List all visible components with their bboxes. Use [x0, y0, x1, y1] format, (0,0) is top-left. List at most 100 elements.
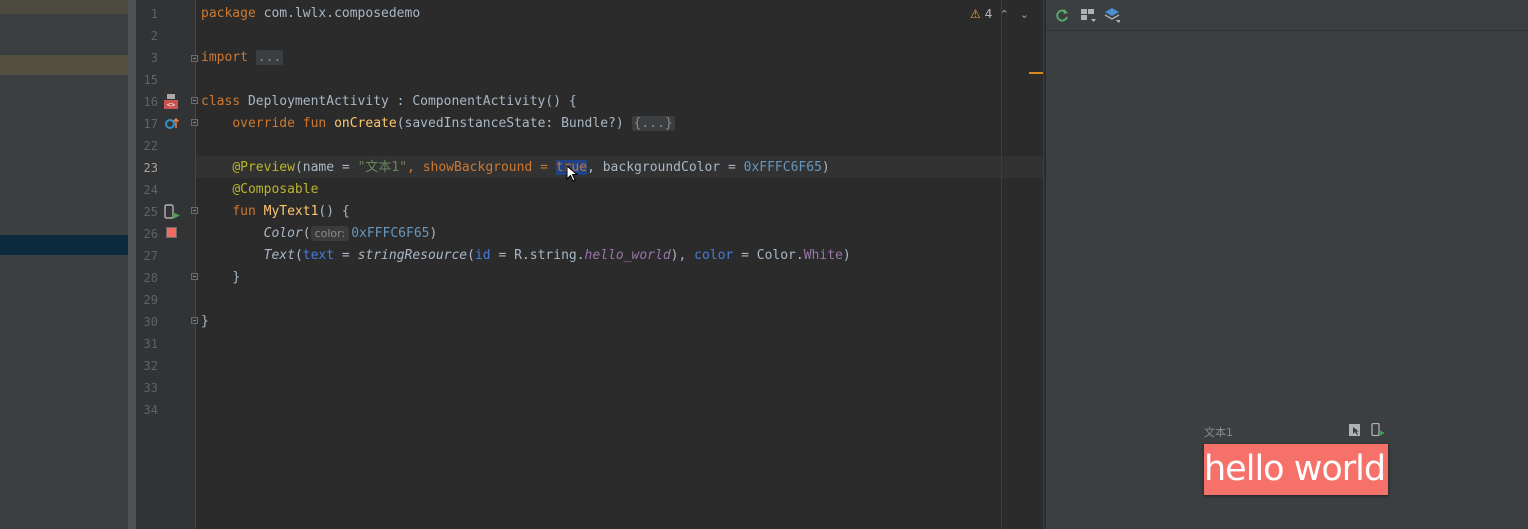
scrollbar-warning-marker[interactable] — [1029, 72, 1043, 74]
line-number: 26 — [143, 227, 158, 241]
string-literal: "文本1" — [357, 160, 408, 175]
annotation: @Composable — [232, 182, 319, 197]
fold-marker[interactable] — [191, 273, 198, 280]
line-number: 28 — [143, 271, 158, 285]
code-line-30[interactable]: } — [201, 311, 209, 333]
warning-count: 4 — [984, 7, 993, 21]
line-number: 15 — [143, 73, 158, 87]
project-tree-row-highlight[interactable] — [0, 0, 128, 14]
mouse-pointer-icon — [566, 165, 578, 182]
chevron-up-icon[interactable]: ⌃ — [996, 8, 1012, 21]
code-line-25[interactable]: fun MyText1() { — [201, 201, 350, 223]
fold-marker[interactable] — [191, 97, 198, 104]
preview-render[interactable]: hello world — [1204, 444, 1388, 495]
color-swatch-icon[interactable] — [166, 227, 178, 239]
project-tree-selected-row[interactable] — [0, 235, 128, 255]
layout-icon[interactable] — [1080, 7, 1096, 23]
code-text: (name = — [294, 160, 358, 175]
keyword: fun — [232, 204, 256, 219]
line-number: 30 — [143, 315, 158, 329]
call-name: stringResource — [357, 248, 468, 263]
code-line-23[interactable]: @Preview(name = "文本1", showBackground = … — [201, 157, 830, 179]
function-name: MyText1 — [263, 204, 319, 219]
code-text: , backgroundColor = — [587, 160, 744, 175]
override-method-icon[interactable] — [164, 116, 180, 132]
named-argument: text — [302, 248, 335, 263]
line-number: 3 — [150, 51, 158, 65]
code-text: ), — [670, 248, 695, 263]
params: (savedInstanceState: Bundle?) — [396, 116, 624, 131]
code-line-26[interactable]: Color(color: 0xFFFC6F65) — [201, 223, 437, 245]
call-name: Text — [263, 248, 295, 263]
inspection-widget[interactable]: ⚠ 4 ⌃ ⌄ — [970, 4, 1032, 24]
keyword: fun — [302, 116, 327, 131]
code-text: () { — [318, 204, 350, 219]
code-text: = Color. — [733, 248, 804, 263]
keyword: class — [201, 94, 241, 109]
fold-marker[interactable] — [191, 207, 198, 214]
line-number: 25 — [143, 205, 158, 219]
interactive-mode-icon[interactable] — [1348, 423, 1362, 437]
line-number: 33 — [143, 381, 158, 395]
fold-marker[interactable] — [191, 119, 198, 126]
code-line-3[interactable]: import ... — [201, 47, 284, 69]
line-number: 34 — [143, 403, 158, 417]
activity-layout-icon[interactable]: <> — [163, 94, 179, 110]
package-name: com.lwlx.composedemo — [255, 6, 421, 21]
code-text: = — [334, 248, 358, 263]
annotation: @Preview — [232, 160, 295, 175]
closing-brace: } — [232, 270, 241, 285]
line-number: 1 — [150, 7, 158, 21]
chevron-down-icon[interactable]: ⌄ — [1016, 8, 1032, 21]
number-literal: 0xFFFC6F65 — [743, 160, 822, 175]
named-argument: id — [474, 248, 491, 263]
code-line-28[interactable]: } — [201, 267, 240, 289]
code-line-16[interactable]: class DeploymentActivity : ComponentActi… — [201, 91, 577, 113]
code-line-1[interactable]: package com.lwlx.composedemo — [201, 3, 420, 25]
parameter-hint: color: — [310, 226, 350, 241]
line-number: 16 — [143, 95, 158, 109]
svg-text:<>: <> — [167, 101, 175, 109]
resource-name: hello_world — [584, 248, 671, 263]
code-line-17[interactable]: override fun onCreate(savedInstanceState… — [201, 113, 675, 135]
line-number: 24 — [143, 183, 158, 197]
project-panel — [0, 0, 128, 529]
fold-marker[interactable] — [191, 55, 198, 62]
run-preview-icon[interactable] — [163, 204, 181, 220]
refresh-icon[interactable] — [1054, 7, 1070, 23]
function-name: onCreate — [334, 116, 397, 131]
code-text: ) — [842, 248, 851, 263]
right-margin-guide — [1001, 0, 1002, 529]
code-text: ) — [429, 226, 438, 241]
code-line-24[interactable]: @Composable — [201, 179, 318, 201]
code-text: ( — [467, 248, 475, 263]
number-literal: 0xFFFC6F65 — [351, 226, 430, 241]
preview-title: 文本1 — [1204, 426, 1233, 439]
code-text: = R.string. — [490, 248, 585, 263]
code-text: ( — [294, 248, 303, 263]
line-number: 29 — [143, 293, 158, 307]
project-panel-scrollbar[interactable] — [128, 0, 136, 529]
keyword: override — [232, 116, 295, 131]
code-text: , showBackground = — [407, 160, 556, 175]
preview-hello-text: hello world — [1204, 444, 1388, 495]
line-number: 22 — [143, 139, 158, 153]
keyword: import — [201, 50, 248, 65]
folded-body[interactable]: {...} — [631, 116, 675, 131]
closing-brace: } — [201, 314, 209, 329]
named-argument: color — [694, 248, 734, 263]
color-constant: White — [803, 248, 843, 263]
project-tree-row-highlight[interactable] — [0, 55, 128, 75]
fold-marker[interactable] — [191, 317, 198, 324]
layers-icon[interactable] — [1104, 7, 1120, 23]
line-number-current: 23 — [143, 161, 158, 175]
warning-icon: ⚠ — [970, 7, 981, 21]
line-number: 17 — [143, 117, 158, 131]
code-text: ( — [302, 226, 311, 241]
deploy-to-device-icon[interactable] — [1370, 423, 1384, 437]
keyword: package — [201, 6, 256, 21]
line-number: 27 — [143, 249, 158, 263]
code-line-27[interactable]: Text(text = stringResource(id = R.string… — [201, 245, 851, 267]
call-name: Color — [263, 226, 303, 241]
folded-imports[interactable]: ... — [255, 50, 284, 65]
